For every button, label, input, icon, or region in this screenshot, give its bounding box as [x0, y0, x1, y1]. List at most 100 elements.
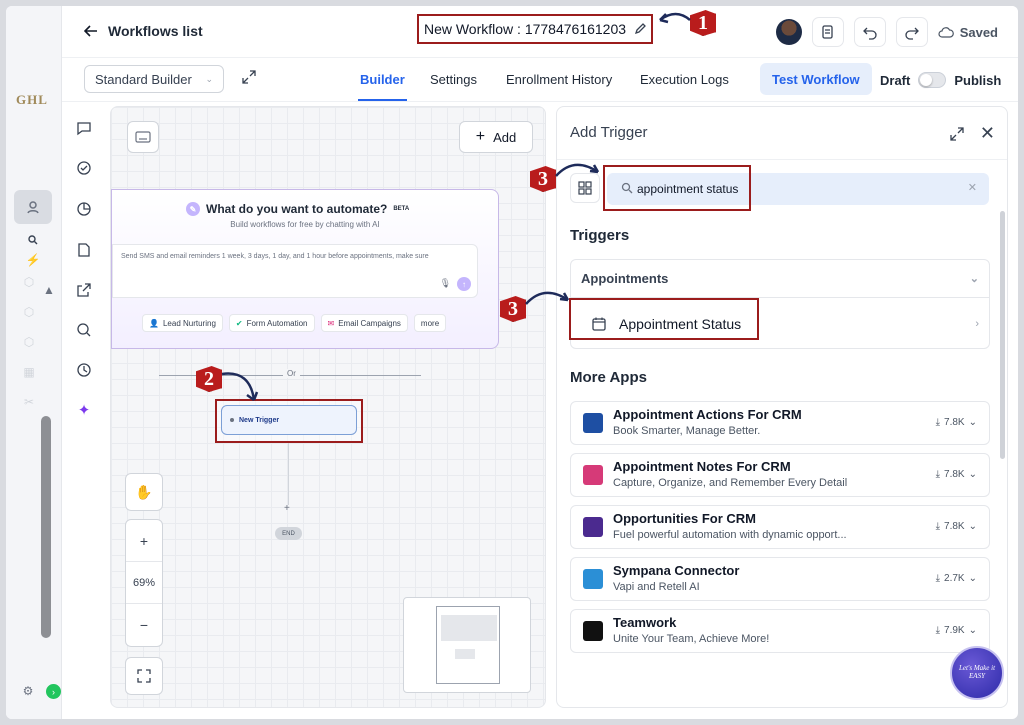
ai-prompt-input[interactable]: Send SMS and email reminders 1 week, 3 d…	[112, 244, 478, 298]
app-item[interactable]: Opportunities For CRM Fuel powerful autom…	[570, 505, 990, 549]
add-label: Add	[493, 129, 517, 145]
app-downloads[interactable]: ⤓ 2.7K ⌄	[936, 573, 977, 584]
back-label: Workflows list	[108, 23, 203, 39]
pie-chart-icon[interactable]	[74, 199, 94, 219]
fit-screen-icon	[137, 669, 151, 683]
minimap-block-2	[455, 649, 475, 659]
tab-enrollment-history[interactable]: Enrollment History	[506, 72, 612, 87]
external-link-icon[interactable]	[74, 280, 94, 300]
back-to-workflows-link[interactable]: Workflows list	[84, 23, 203, 39]
close-icon[interactable]: ✕	[980, 123, 995, 144]
keyboard-shortcuts-button[interactable]	[127, 121, 159, 153]
microphone-icon[interactable]: 🎙	[440, 278, 451, 289]
annotation-arrow-1	[659, 12, 691, 24]
download-icon: ⤓	[935, 625, 941, 636]
settings-gear-icon[interactable]: ⚙	[20, 682, 36, 700]
chevron-down-icon: ⌄	[968, 417, 977, 428]
search-rail-button[interactable]	[14, 232, 52, 248]
undo-button[interactable]	[853, 17, 886, 47]
publish-toggle[interactable]	[918, 72, 947, 88]
chevron-down-icon: ⌄	[968, 573, 977, 584]
history-icon[interactable]	[74, 360, 94, 380]
magic-wand-icon: ✎	[186, 202, 200, 216]
panel-divider	[557, 159, 1007, 160]
appointments-category-header[interactable]: Appointments ⌄	[571, 260, 989, 298]
trigger-search-input[interactable]: appointment status ✕	[603, 165, 989, 211]
tab-builder[interactable]: Builder	[358, 72, 407, 101]
fullscreen-expand-icon[interactable]	[242, 70, 256, 89]
plus-icon: +	[475, 128, 486, 145]
app-name: Appointment Notes For CRM	[613, 459, 791, 474]
redo-button[interactable]	[895, 17, 928, 47]
chip-lead-nurturing[interactable]: 👤 Lead Nurturing	[142, 314, 223, 332]
bolt-icon[interactable]: ⚡	[14, 252, 52, 268]
tab-execution-logs[interactable]: Execution Logs	[640, 72, 729, 87]
expand-icon[interactable]	[950, 126, 964, 141]
builder-mode-select[interactable]: Standard Builder ⌄	[84, 65, 224, 93]
chip-form-automation[interactable]: ✔ Form Automation	[228, 314, 315, 332]
ai-title: ✎ What do you want to automate? BETA	[186, 202, 409, 216]
rail-scrollbar[interactable]	[41, 416, 51, 638]
undo-icon	[862, 27, 877, 40]
document-icon[interactable]	[74, 240, 94, 260]
top-header: Workflows list New Workflow : 1778476161…	[62, 6, 1018, 58]
search-icon	[621, 181, 633, 199]
app-downloads[interactable]: ⤓ 7.9K ⌄	[936, 625, 977, 636]
app-name: Opportunities For CRM	[613, 511, 756, 526]
profile-rail-button[interactable]	[14, 190, 52, 224]
app-downloads[interactable]: ⤓ 7.8K ⌄	[936, 417, 977, 428]
tab-settings[interactable]: Settings	[430, 72, 477, 87]
check-circle-icon[interactable]	[74, 158, 94, 178]
app-item[interactable]: Appointment Actions For CRM Book Smarter,…	[570, 401, 990, 445]
clear-search-icon[interactable]: ✕	[968, 181, 977, 194]
add-node-button[interactable]: + Add	[459, 121, 533, 153]
arrow-left-icon	[84, 25, 97, 37]
chip-email-campaigns[interactable]: ✉ Email Campaigns	[320, 314, 408, 332]
app-downloads[interactable]: ⤓ 7.8K ⌄	[936, 521, 977, 532]
app-item[interactable]: Appointment Notes For CRM Capture, Organi…	[570, 453, 990, 497]
new-trigger-node[interactable]: New Trigger	[221, 405, 357, 435]
app-logo-icon	[583, 621, 603, 641]
expand-rail-button[interactable]: ›	[46, 684, 61, 699]
send-arrow-icon[interactable]: ↑	[457, 277, 471, 291]
trigger-item-label: Appointment Status	[619, 316, 742, 332]
box-icon-2: ⬡	[23, 335, 35, 349]
trigger-item-appointment-status[interactable]: Appointment Status ›	[569, 298, 991, 350]
saved-status: Saved	[938, 25, 998, 40]
workflow-title[interactable]: New Workflow : 1778476161203	[417, 14, 653, 44]
chat-icon[interactable]	[74, 118, 94, 138]
notes-button[interactable]	[811, 17, 844, 47]
download-icon: ⤓	[935, 417, 941, 428]
builder-side-toolbar: ✦	[62, 102, 106, 719]
zoom-level: 69%	[126, 562, 162, 604]
keyboard-icon	[135, 131, 151, 143]
avatar[interactable]	[775, 19, 802, 45]
end-node: END	[275, 527, 302, 540]
grid-icon	[578, 181, 592, 195]
triggers-heading: Triggers	[570, 227, 630, 244]
canvas-minimap[interactable]	[403, 597, 531, 693]
workflow-canvas[interactable]: + Add ✎ What do you want to automate? BE…	[110, 106, 546, 708]
app-description: Capture, Organize, and Remember Every De…	[613, 477, 848, 489]
person-icon: 👤	[149, 318, 159, 328]
panel-scrollbar[interactable]	[1000, 211, 1005, 459]
publish-label: Publish	[954, 72, 1002, 88]
draft-label: Draft	[880, 72, 911, 88]
add-step-plus-icon[interactable]: +	[284, 503, 290, 514]
app-name: Appointment Actions For CRM	[613, 407, 802, 422]
chevron-down-icon: ⌄	[969, 273, 979, 285]
app-item[interactable]: Teamwork Unite Your Team, Achieve More! ⤓ 7…	[570, 609, 990, 653]
app-item[interactable]: Sympana Connector Vapi and Retell AI ⤓ 2.7K…	[570, 557, 990, 601]
test-workflow-button[interactable]: Test Workflow	[760, 63, 872, 95]
app-downloads[interactable]: ⤓ 7.8K ⌄	[936, 469, 977, 480]
sparkles-icon[interactable]: ✦	[74, 400, 94, 420]
fit-view-button[interactable]	[125, 657, 163, 695]
notes-icon	[822, 25, 833, 39]
search-icon[interactable]	[74, 320, 94, 340]
chip-more[interactable]: more	[413, 314, 447, 332]
zoom-out-button[interactable]: −	[126, 604, 162, 646]
builder-toolbar: Standard Builder ⌄ Builder Settings Enro…	[62, 58, 1018, 102]
chevron-down-icon: ⌄	[205, 73, 213, 84]
zoom-in-button[interactable]: +	[126, 520, 162, 562]
pan-hand-button[interactable]: ✋	[125, 473, 163, 511]
